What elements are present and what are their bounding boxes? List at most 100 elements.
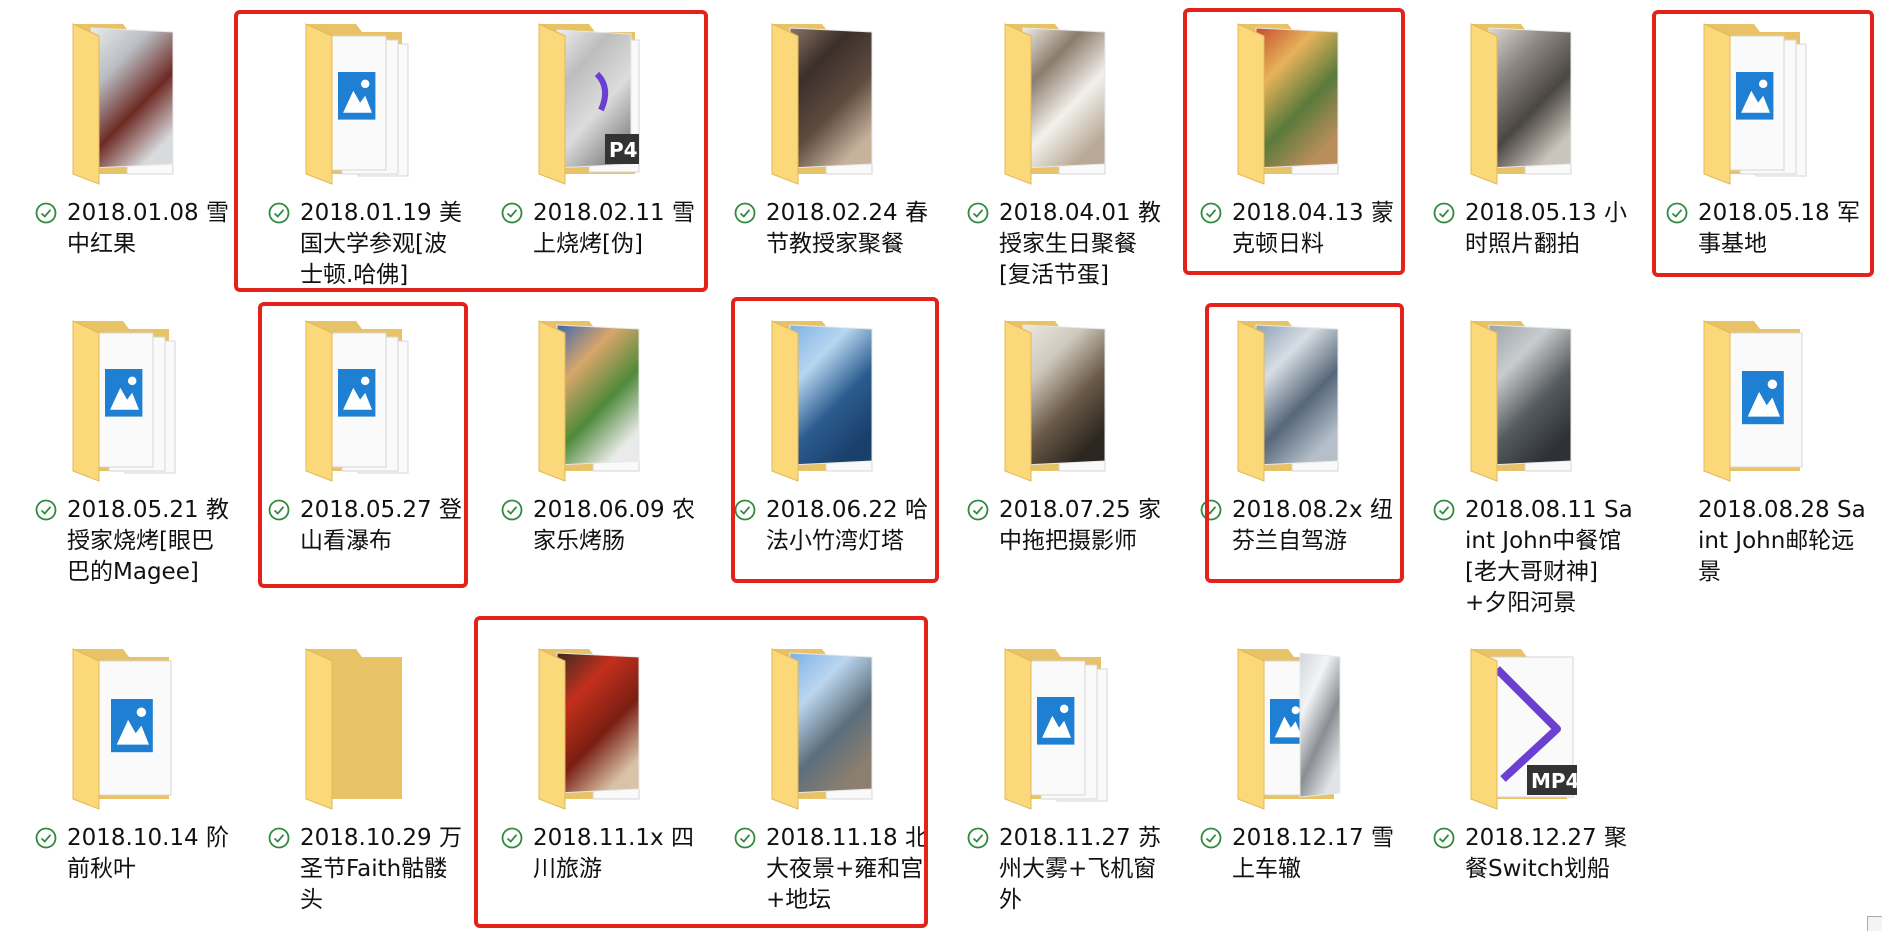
- folder-icon: [65, 14, 215, 185]
- synced-check-icon: [268, 827, 290, 849]
- synced-check-icon: [734, 499, 756, 521]
- folder-icon: [764, 14, 914, 185]
- folder-icon: [1230, 311, 1380, 482]
- folder-item[interactable]: 2018.05.21 教授家烧烤[眼巴巴的Magee]: [5, 297, 229, 607]
- synced-check-icon: [734, 202, 756, 224]
- folder-name: 2018.01.08 雪中红果: [67, 200, 229, 257]
- folder-icon: [531, 311, 681, 482]
- synced-check-icon: [967, 827, 989, 849]
- svg-text:P4: P4: [609, 138, 638, 162]
- folder-name: 2018.11.18 北大夜景+雍和宫+地坛: [766, 825, 928, 913]
- synced-check-icon: [268, 499, 290, 521]
- folder-name: 2018.07.25 家中拖把摄影师: [999, 497, 1161, 554]
- folder-item[interactable]: 2018.04.01 教授家生日聚餐[复活节蛋]: [937, 0, 1161, 310]
- synced-check-icon: [1666, 202, 1688, 224]
- folder-item[interactable]: 2018.10.29 万圣节Faith骷髅头: [238, 625, 462, 935]
- folder-item[interactable]: 2018.05.18 军事基地: [1636, 0, 1860, 310]
- photo-thumbnail: [1299, 652, 1341, 798]
- image-placeholder-icon: [338, 369, 376, 417]
- synced-check-icon: [1433, 202, 1455, 224]
- image-placeholder-icon: [1742, 371, 1784, 425]
- folder-item[interactable]: 2018.07.25 家中拖把摄影师: [937, 297, 1161, 607]
- folder-name: 2018.11.27 苏州大雾+飞机窗外: [999, 825, 1161, 913]
- folder-item[interactable]: 2018.01.19 美国大学参观[波士顿.哈佛]: [238, 0, 462, 310]
- synced-check-icon: [967, 499, 989, 521]
- synced-check-icon: [1200, 499, 1222, 521]
- synced-check-icon: [35, 202, 57, 224]
- folder-name: 2018.02.11 雪上烧烤[伪]: [533, 200, 695, 257]
- image-placeholder-icon: [105, 369, 143, 417]
- synced-check-icon: [1433, 827, 1455, 849]
- folder-item[interactable]: 2018.08.2x 纽芬兰自驾游: [1170, 297, 1393, 607]
- folder-icon: [298, 639, 448, 810]
- folder-item[interactable]: 2018.06.09 农家乐烤肠: [471, 297, 695, 607]
- folder-item[interactable]: 2018.01.08 雪中红果: [5, 0, 229, 310]
- folder-name: 2018.06.22 哈法小竹湾灯塔: [766, 497, 928, 554]
- folder-name: 2018.08.11 Saint John中餐馆[老大哥财神]+夕阳河景: [1465, 497, 1633, 616]
- folder-name: 2018.12.27 聚餐Switch划船: [1465, 825, 1627, 882]
- folder-icon: [1463, 311, 1613, 482]
- folder-icon: [997, 311, 1147, 482]
- folder-item[interactable]: 2018.08.11 Saint John中餐馆[老大哥财神]+夕阳河景: [1403, 297, 1633, 616]
- folder-icon: [1463, 14, 1613, 185]
- photo-thumbnail: [1488, 324, 1572, 466]
- folder-item[interactable]: 2018.11.1x 四川旅游: [471, 625, 694, 935]
- folder-name: 2018.01.19 美国大学参观[波士顿.哈佛]: [300, 200, 462, 288]
- photo-thumbnail: [556, 324, 640, 466]
- folder-item[interactable]: 2018.11.27 苏州大雾+飞机窗外: [937, 625, 1161, 935]
- image-placeholder-icon: [1037, 697, 1075, 745]
- photo-thumbnail: [1022, 27, 1106, 169]
- folder-item[interactable]: 2018.05.27 登山看瀑布: [238, 297, 462, 607]
- folder-name: 2018.05.27 登山看瀑布: [300, 497, 462, 554]
- image-placeholder-icon: [1736, 72, 1774, 120]
- synced-check-icon: [967, 202, 989, 224]
- folder-icon: P4: [531, 14, 681, 185]
- folder-name: 2018.08.28 Saint John邮轮远景: [1698, 497, 1866, 585]
- photo-thumbnail: [1022, 324, 1106, 466]
- folder-grid: 2018.01.08 雪中红果 2018.01.19 美国大学参观[波士顿.哈佛]…: [0, 0, 1882, 931]
- mp4-badge: P4: [605, 134, 639, 164]
- folder-item[interactable]: 2018.12.17 雪上车辙: [1170, 625, 1394, 935]
- folder-icon: [997, 639, 1147, 810]
- folder-icon: [1696, 14, 1846, 185]
- photo-thumbnail: [90, 27, 174, 169]
- folder-item[interactable]: 2018.11.18 北大夜景+雍和宫+地坛: [704, 625, 928, 935]
- photo-thumbnail: [789, 27, 873, 169]
- image-placeholder-icon: [111, 699, 153, 753]
- folder-item[interactable]: 2018.05.13 小时照片翻拍: [1403, 0, 1627, 310]
- folder-name: 2018.02.24 春节教授家聚餐: [766, 200, 928, 257]
- resize-corner[interactable]: [1867, 916, 1882, 931]
- folder-item[interactable]: 2018.04.13 蒙克顿日料: [1170, 0, 1394, 310]
- folder-name: 2018.05.18 军事基地: [1698, 200, 1860, 257]
- folder-name: 2018.05.21 教授家烧烤[眼巴巴的Magee]: [67, 497, 229, 585]
- photo-thumbnail: [789, 652, 873, 794]
- folder-icon: [531, 639, 681, 810]
- svg-text:MP4: MP4: [1531, 769, 1579, 793]
- photo-thumbnail: [556, 652, 640, 794]
- folder-item[interactable]: 2018.08.28 Saint John邮轮远景: [1636, 297, 1866, 607]
- folder-name: 2018.11.1x 四川旅游: [533, 825, 694, 882]
- folder-name: 2018.04.01 教授家生日聚餐[复活节蛋]: [999, 200, 1161, 288]
- synced-check-icon: [268, 202, 290, 224]
- folder-item[interactable]: MP4 2018.12.27 聚餐Switch划船: [1403, 625, 1627, 935]
- synced-check-icon: [1200, 827, 1222, 849]
- image-placeholder-icon: [338, 72, 376, 120]
- photo-thumbnail: [1255, 324, 1339, 466]
- folder-name: 2018.12.17 雪上车辙: [1232, 825, 1394, 882]
- folder-name: 2018.05.13 小时照片翻拍: [1465, 200, 1627, 257]
- folder-icon: [997, 14, 1147, 185]
- folder-icon: [1230, 14, 1380, 185]
- synced-check-icon: [734, 827, 756, 849]
- folder-item[interactable]: P4 2018.02.11 雪上烧烤[伪]: [471, 0, 695, 310]
- folder-item[interactable]: 2018.02.24 春节教授家聚餐: [704, 0, 928, 310]
- synced-check-icon: [501, 499, 523, 521]
- synced-check-icon: [1433, 499, 1455, 521]
- folder-item[interactable]: 2018.10.14 阶前秋叶: [5, 625, 229, 935]
- folder-name: 2018.06.09 农家乐烤肠: [533, 497, 695, 554]
- folder-name: 2018.10.29 万圣节Faith骷髅头: [300, 825, 462, 913]
- folder-item[interactable]: 2018.06.22 哈法小竹湾灯塔: [704, 297, 928, 607]
- mp4-badge: MP4: [1527, 765, 1579, 795]
- folder-icon: [764, 311, 914, 482]
- folder-icon: MP4: [1463, 639, 1613, 810]
- folder-icon: [298, 311, 448, 482]
